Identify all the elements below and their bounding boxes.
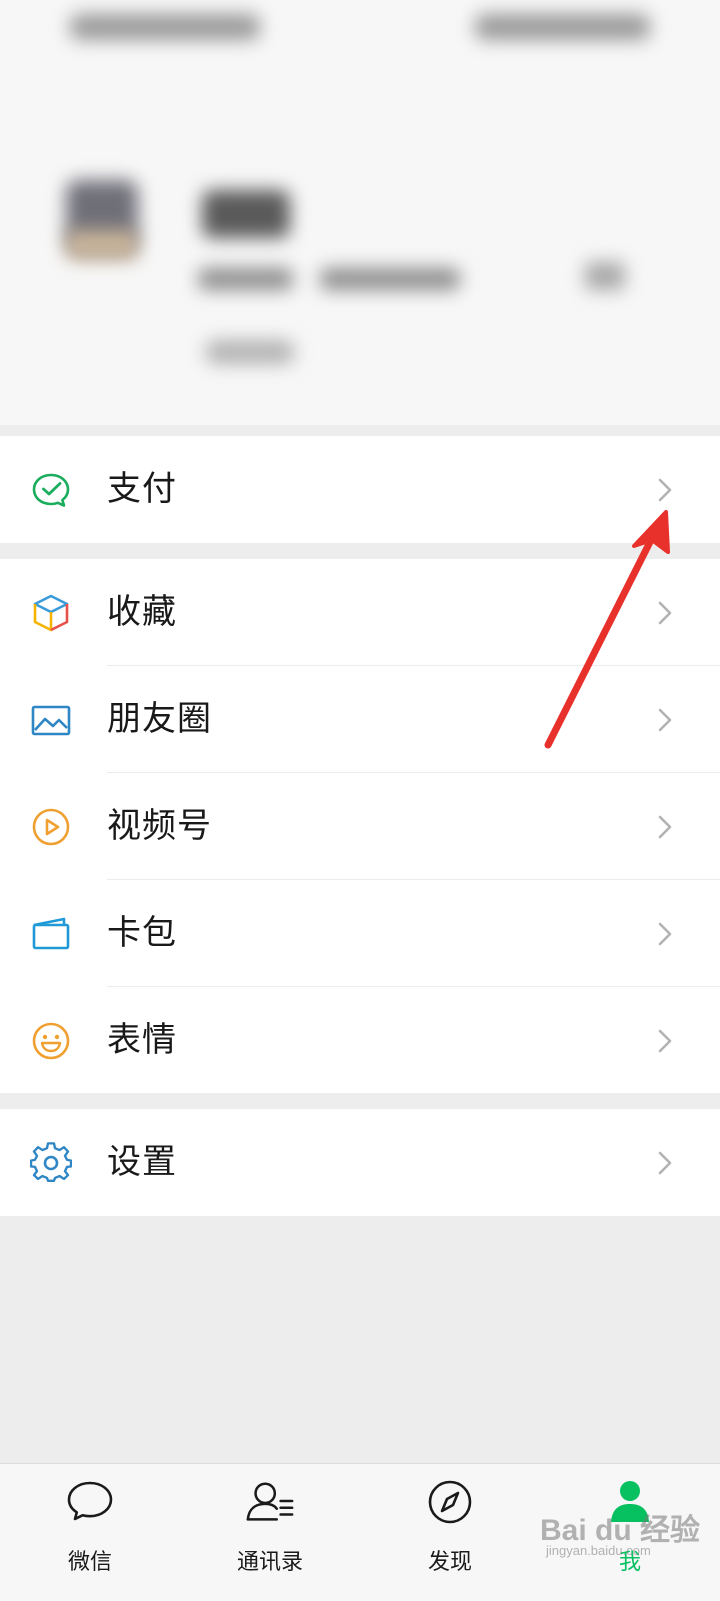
contacts-icon	[244, 1476, 296, 1528]
tab-label: 微信	[67, 1550, 112, 1575]
card-wallet-icon	[30, 913, 72, 955]
menu-item-label: 支付	[107, 469, 177, 509]
tab-contacts[interactable]: 通讯录	[180, 1464, 360, 1601]
bottom-tab-bar: 微信 通讯录 发现 我	[0, 1463, 720, 1601]
profile-header[interactable]	[0, 0, 720, 425]
menu-item-label: 朋友圈	[107, 699, 212, 739]
menu-item-stickers[interactable]: 表情	[0, 987, 720, 1094]
tab-discover[interactable]: 发现	[360, 1464, 540, 1601]
chevron-right-icon	[655, 476, 675, 504]
menu-item-label: 收藏	[107, 592, 177, 632]
chevron-right-icon	[655, 706, 675, 734]
chevron-right-icon	[655, 599, 675, 627]
tab-chats[interactable]: 微信	[0, 1464, 180, 1601]
favorites-cube-icon	[30, 592, 72, 634]
blurred-status-bar-right	[475, 14, 650, 40]
tab-label: 发现	[427, 1550, 472, 1575]
avatar-lower	[66, 230, 138, 260]
chevron-right-icon	[655, 920, 675, 948]
menu-item-channels[interactable]: 视频号	[0, 773, 720, 880]
blurred-status-button[interactable]	[205, 340, 295, 364]
menu-group-main: 收藏 朋友圈 视频号 卡包 表情	[0, 559, 720, 1093]
blurred-status-bar-left	[70, 14, 260, 40]
menu-item-label: 视频号	[107, 806, 212, 846]
tab-me[interactable]: 我	[540, 1464, 720, 1601]
menu-item-label: 卡包	[107, 913, 177, 953]
tab-label: 我	[618, 1550, 641, 1575]
blurred-nickname	[202, 190, 290, 238]
chevron-right-icon	[655, 813, 675, 841]
menu-item-label: 表情	[107, 1020, 177, 1060]
menu-item-moments[interactable]: 朋友圈	[0, 666, 720, 773]
chat-bubble-icon	[64, 1476, 116, 1528]
blurred-wechat-id	[320, 268, 460, 290]
chevron-right-icon	[655, 1149, 675, 1177]
gear-icon	[30, 1142, 72, 1184]
menu-item-card-wallet[interactable]: 卡包	[0, 880, 720, 987]
menu-item-settings[interactable]: 设置	[0, 1109, 720, 1216]
menu-item-favorites[interactable]: 收藏	[0, 559, 720, 666]
chevron-right-icon	[655, 1027, 675, 1055]
wechat-pay-icon	[30, 469, 72, 511]
menu-group-settings: 设置	[0, 1109, 720, 1216]
blurred-wechat-id-label	[198, 268, 293, 290]
menu-group-payment: 支付	[0, 436, 720, 543]
qr-code-icon[interactable]	[585, 262, 625, 290]
channels-play-icon	[30, 806, 72, 848]
compass-icon	[424, 1476, 476, 1528]
menu-item-label: 设置	[107, 1142, 177, 1182]
tab-label: 通讯录	[236, 1550, 303, 1575]
person-icon	[604, 1476, 656, 1528]
moments-image-icon	[30, 699, 72, 741]
menu-item-payment[interactable]: 支付	[0, 436, 720, 543]
sticker-smiley-icon	[30, 1020, 72, 1062]
